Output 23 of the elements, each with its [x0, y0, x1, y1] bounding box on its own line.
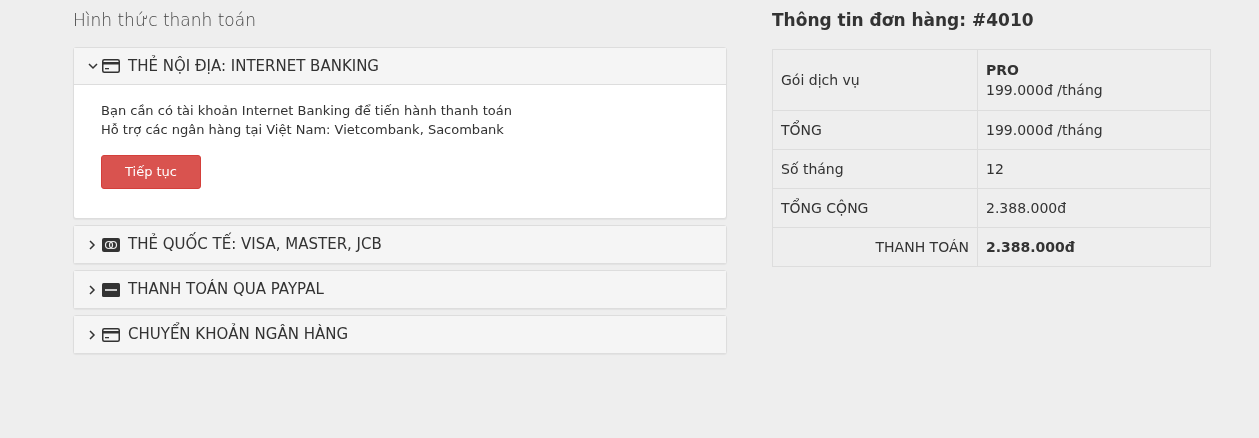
table-cell: 199.000đ /tháng: [977, 110, 1211, 150]
accordion-header[interactable]: THẺ QUỐC TẾ: VISA, MASTER, JCB: [74, 226, 726, 263]
accordion-header[interactable]: THANH TOÁN QUA PAYPAL: [74, 271, 726, 308]
credit-card-icon: [102, 59, 120, 73]
plan-price: 199.000đ /tháng: [986, 81, 1104, 100]
plan-name: PRO: [986, 61, 1020, 80]
table-cell: 2.388.000đ: [977, 227, 1211, 267]
section-title: Hình thức thanh toán: [73, 9, 257, 32]
accordion-header[interactable]: THẺ NỘI ĐỊA: INTERNET BANKING: [74, 48, 726, 85]
order-title: Thông tin đơn hàng: #4010: [772, 9, 1035, 32]
table-cell: 12: [977, 149, 1211, 189]
table-cell: TỔNG CỘNG: [772, 188, 978, 228]
body-text: Hỗ trợ các ngân hàng tại Việt Nam: Vietcombank, Sacombank: [101, 121, 505, 139]
body-text: Bạn cần có tài khoản Internet Banking để tiến hành thanh toán: [101, 102, 513, 120]
table-cell: Số tháng: [772, 149, 978, 189]
table-cell: THANH TOÁN: [772, 227, 978, 267]
credit-card-icon: [102, 327, 120, 342]
continue-button[interactable]: Tiếp tục: [101, 155, 201, 189]
table-cell: TỔNG: [772, 110, 978, 150]
accordion-header[interactable]: CHUYỂN KHOẢN NGÂN HÀNG: [74, 316, 726, 353]
credit-card-icon: [102, 237, 120, 252]
table-cell: Gói dịch vụ: [772, 49, 978, 111]
table-cell: 2.388.000đ: [977, 188, 1211, 228]
